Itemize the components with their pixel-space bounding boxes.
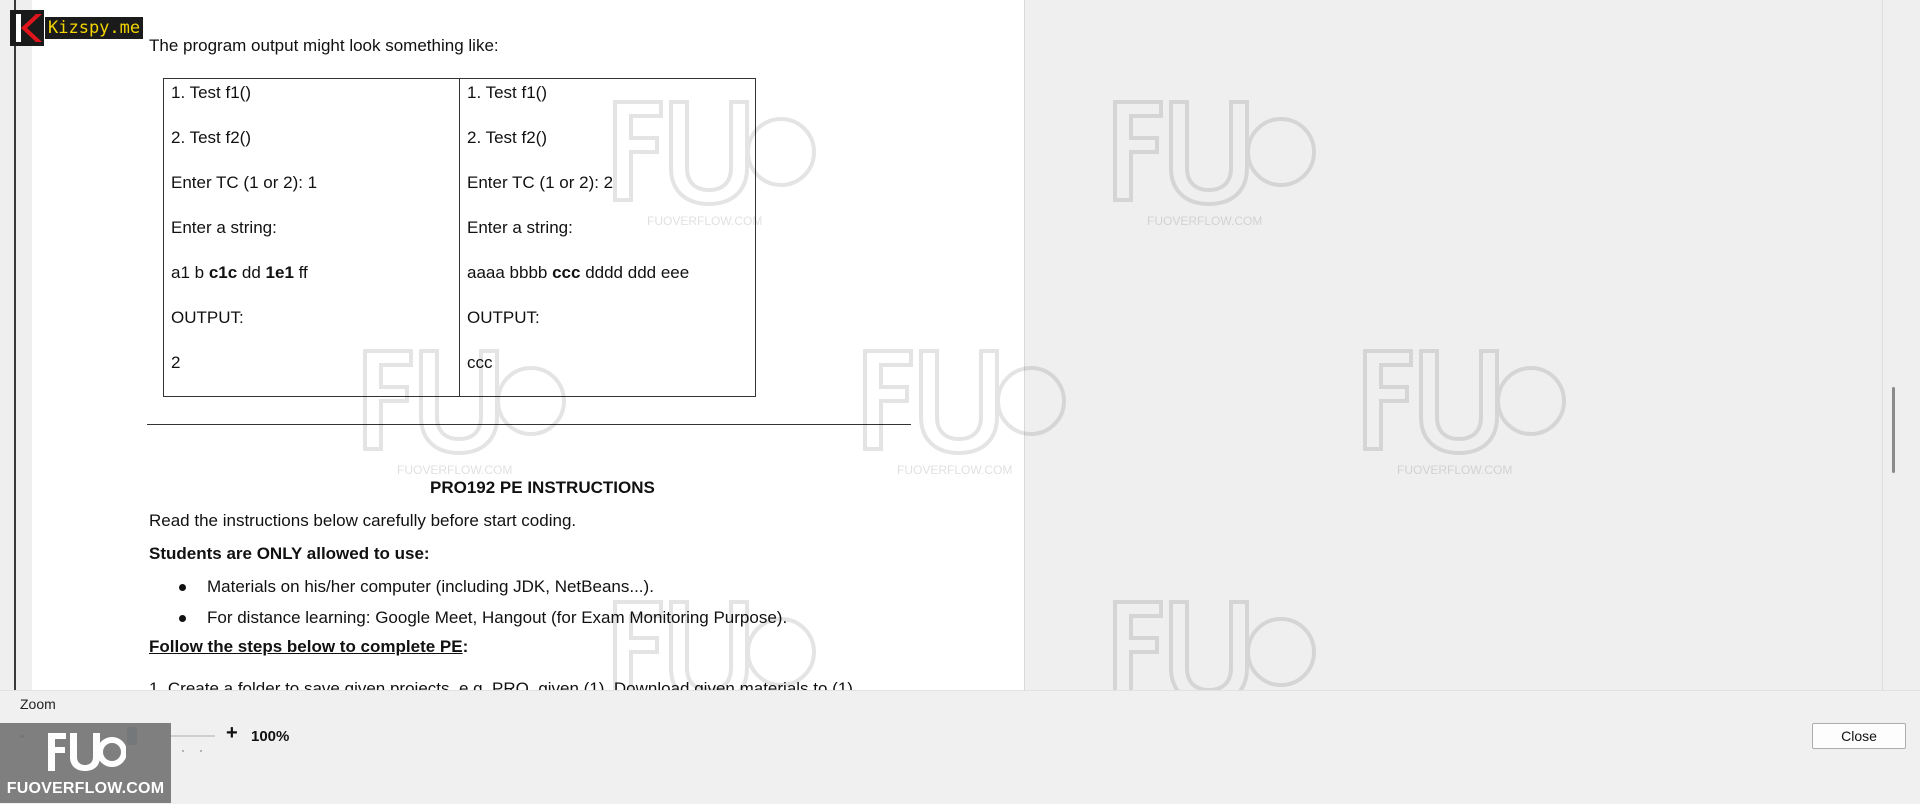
- bullet-icon: [179, 584, 186, 591]
- sample-input-line: aaaa bbbb ccc dddd ddd eee: [467, 261, 749, 306]
- watermark-text: FUOVERFLOW.COM: [1147, 214, 1263, 228]
- sample-line: Enter TC (1 or 2): 1: [171, 173, 318, 192]
- zoom-in-button[interactable]: +: [226, 722, 238, 745]
- close-button[interactable]: Close: [1812, 723, 1906, 749]
- follow-heading: Follow the steps below to complete PE:: [149, 637, 468, 657]
- watermark-text: FUOVERFLOW.COM: [397, 463, 513, 477]
- vertical-scrollbar-thumb[interactable]: [1892, 387, 1895, 473]
- kizspy-k-icon: [10, 10, 44, 46]
- sample-line: 2. Test f2(): [171, 128, 251, 147]
- bottom-bar: Zoom - + 100% Close: [0, 690, 1920, 804]
- watermark-text: FUOVERFLOW.COM: [1397, 463, 1513, 477]
- watermark-text: FUOVERFLOW.COM: [647, 214, 763, 228]
- intro-text: The program output might look something …: [149, 36, 499, 55]
- fuoverflow-name: FUOVERFLOW.COM: [6, 780, 165, 797]
- zoom-value: 100%: [251, 728, 290, 745]
- bullet-icon: [179, 615, 186, 622]
- text-run: ff: [293, 263, 308, 282]
- text-run: a1 b: [171, 263, 209, 282]
- follow-heading-text: Follow the steps below to complete PE: [149, 637, 463, 656]
- bold-run: c1c: [208, 263, 238, 282]
- watermark-text: FUOVERFLOW.COM: [897, 463, 1013, 477]
- bullet-item: Materials on his/her computer (including…: [207, 577, 654, 596]
- fuo-mark-icon: [48, 733, 126, 771]
- kizspy-logo: Kizspy.me: [10, 10, 144, 46]
- bold-run: ccc: [552, 263, 581, 282]
- zoom-label: Zoom: [20, 696, 56, 712]
- watermark-logo: [1111, 96, 1317, 206]
- watermark-logo: [861, 345, 1067, 455]
- text-run: dddd ddd eee: [580, 263, 690, 282]
- allowed-heading: Students are ONLY allowed to use:: [149, 544, 430, 563]
- sample-input-line: a1 b c1c dd 1e1 ff: [171, 261, 453, 306]
- bold-run: 1e1: [265, 263, 294, 282]
- viewer-right-border: [1882, 0, 1883, 690]
- watermark-logo: [1361, 345, 1567, 455]
- text-run: aaaa bbbb: [467, 263, 553, 282]
- follow-heading-colon: :: [462, 637, 469, 656]
- sample-line: Enter a string:: [171, 218, 277, 237]
- fuoverflow-logo: FUOVERFLOW.COM: [0, 723, 171, 803]
- read-instructions-text: Read the instructions below carefully be…: [149, 511, 577, 530]
- watermark-logo: [361, 345, 567, 455]
- text-run: dd: [237, 263, 266, 282]
- kizspy-name: Kizspy.me: [45, 17, 144, 39]
- watermark-logo: [611, 96, 817, 206]
- sample-line: 1. Test f1(): [171, 83, 251, 102]
- pe-title: PRO192 PE INSTRUCTIONS: [430, 478, 655, 497]
- viewer-left-border: [14, 0, 16, 690]
